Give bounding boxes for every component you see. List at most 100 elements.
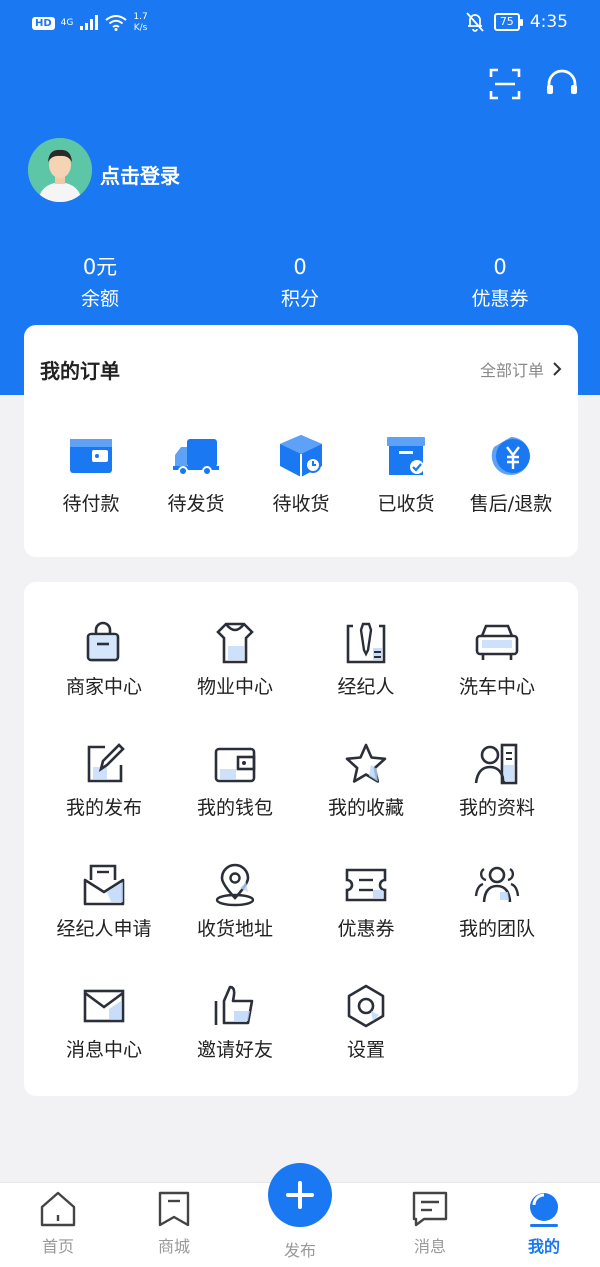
user-avatar-icon bbox=[28, 138, 92, 202]
login-link[interactable]: 点击登录 bbox=[100, 160, 180, 189]
all-orders-link[interactable]: 全部订单 bbox=[480, 357, 562, 381]
tab-label: 首页 bbox=[41, 1237, 74, 1256]
message-icon bbox=[412, 1191, 448, 1227]
service-property-center[interactable]: 物业中心 bbox=[165, 620, 305, 699]
tab-label: 消息 bbox=[413, 1237, 446, 1256]
orders-card: 我的订单 全部订单 待付款 待发货 待收货 已收货 售后/退款 bbox=[24, 325, 578, 557]
wifi-icon bbox=[105, 15, 127, 31]
order-label: 售后/退款 bbox=[469, 493, 553, 515]
stat-label: 积分 bbox=[280, 288, 319, 310]
coupon-icon bbox=[345, 868, 387, 902]
clock: 4:35 bbox=[529, 12, 568, 32]
bell-muted-icon bbox=[466, 12, 484, 32]
battery-indicator: 75 bbox=[493, 13, 523, 31]
service-coupons[interactable]: 优惠券 bbox=[296, 862, 436, 941]
mail-icon bbox=[83, 989, 125, 1023]
chevron-right-icon bbox=[553, 362, 562, 376]
service-label: 收货地址 bbox=[196, 918, 273, 940]
profile-icon bbox=[474, 743, 518, 785]
car-icon bbox=[475, 624, 519, 660]
service-my-team[interactable]: 我的团队 bbox=[427, 862, 567, 941]
service-settings[interactable]: 设置 bbox=[296, 983, 436, 1062]
publish-button[interactable] bbox=[268, 1163, 332, 1227]
thumbs-up-icon bbox=[214, 985, 254, 1025]
signal-icon bbox=[80, 15, 99, 30]
orders-title: 我的订单 bbox=[40, 359, 120, 383]
service-merchant-center[interactable]: 商家中心 bbox=[34, 620, 174, 699]
package-icon bbox=[280, 435, 322, 477]
order-label: 待发货 bbox=[167, 493, 225, 515]
service-label: 我的钱包 bbox=[196, 797, 273, 819]
application-icon bbox=[83, 864, 125, 906]
received-box-icon bbox=[387, 437, 425, 475]
plus-icon bbox=[286, 1181, 314, 1209]
service-agent[interactable]: 经纪人 bbox=[296, 620, 436, 699]
all-orders-label: 全部订单 bbox=[479, 361, 544, 380]
stat-value: 0 bbox=[293, 255, 307, 279]
tab-mine[interactable]: 我的 bbox=[494, 1183, 594, 1257]
stat-coupons[interactable]: 0 优惠券 bbox=[400, 252, 600, 316]
service-label: 商家中心 bbox=[65, 676, 142, 698]
avatar[interactable] bbox=[28, 138, 92, 202]
service-my-profile[interactable]: 我的资料 bbox=[427, 741, 567, 820]
tab-label: 我的 bbox=[527, 1237, 560, 1256]
location-icon bbox=[215, 863, 255, 907]
services-card: 商家中心 物业中心 经纪人 洗车中心 我的发布 我的钱包 我的收藏 我的资料 经… bbox=[24, 582, 578, 1096]
profile-dot-icon bbox=[530, 1193, 558, 1227]
order-pending-payment[interactable]: 待付款 bbox=[36, 433, 146, 516]
order-pending-shipment[interactable]: 待发货 bbox=[141, 433, 251, 516]
status-bar: HD 4G 1.7 K/s 75 4:35 bbox=[0, 0, 600, 50]
tab-mall[interactable]: 商城 bbox=[124, 1183, 224, 1257]
order-received[interactable]: 已收货 bbox=[351, 433, 461, 516]
wallet-icon bbox=[70, 439, 112, 473]
headset-icon[interactable] bbox=[544, 66, 580, 102]
service-my-wallet[interactable]: 我的钱包 bbox=[165, 741, 305, 820]
service-label: 设置 bbox=[346, 1039, 385, 1061]
order-label: 已收货 bbox=[377, 493, 435, 515]
stat-balance[interactable]: 0元 余额 bbox=[0, 252, 200, 316]
service-label: 优惠券 bbox=[337, 918, 395, 940]
network-type: 4G bbox=[60, 18, 74, 28]
service-invite-friends[interactable]: 邀请好友 bbox=[165, 983, 305, 1062]
star-icon bbox=[345, 743, 387, 783]
service-message-center[interactable]: 消息中心 bbox=[34, 983, 174, 1062]
network-speed: 1.7 K/s bbox=[133, 12, 148, 33]
service-label: 我的发布 bbox=[65, 797, 142, 819]
publish-label[interactable]: 发布 bbox=[250, 1237, 350, 1261]
team-icon bbox=[474, 866, 520, 903]
order-after-sales[interactable]: 售后/退款 bbox=[456, 433, 566, 516]
service-label: 我的收藏 bbox=[327, 797, 404, 819]
order-pending-receipt[interactable]: 待收货 bbox=[246, 433, 356, 516]
tab-label: 商城 bbox=[157, 1237, 190, 1256]
shopping-bag-icon bbox=[86, 621, 120, 662]
edit-icon bbox=[87, 743, 125, 783]
service-label: 经纪人申请 bbox=[56, 918, 152, 940]
refund-icon bbox=[491, 437, 530, 475]
order-label: 待收货 bbox=[272, 493, 330, 515]
stat-points[interactable]: 0 积分 bbox=[200, 252, 400, 316]
stat-label: 余额 bbox=[80, 288, 119, 310]
stat-value: 0 bbox=[493, 255, 507, 279]
tie-icon bbox=[346, 622, 386, 664]
service-label: 物业中心 bbox=[196, 676, 273, 698]
service-my-posts[interactable]: 我的发布 bbox=[34, 741, 174, 820]
tab-home[interactable]: 首页 bbox=[8, 1183, 108, 1257]
scan-icon[interactable] bbox=[487, 66, 523, 102]
hd-indicator: HD bbox=[32, 16, 55, 30]
uniform-icon bbox=[216, 622, 254, 664]
wallet-icon bbox=[214, 747, 256, 783]
stat-label: 优惠券 bbox=[471, 288, 529, 310]
service-my-favorites[interactable]: 我的收藏 bbox=[296, 741, 436, 820]
service-label: 邀请好友 bbox=[196, 1039, 273, 1061]
stat-value: 0元 bbox=[82, 255, 118, 279]
tab-messages[interactable]: 消息 bbox=[380, 1183, 480, 1257]
order-label: 待付款 bbox=[62, 493, 120, 515]
service-label: 我的团队 bbox=[458, 918, 535, 940]
service-car-wash[interactable]: 洗车中心 bbox=[427, 620, 567, 699]
service-label: 消息中心 bbox=[65, 1039, 142, 1061]
truck-icon bbox=[173, 439, 219, 476]
service-label: 洗车中心 bbox=[458, 676, 535, 698]
service-shipping-address[interactable]: 收货地址 bbox=[165, 862, 305, 941]
service-label: 经纪人 bbox=[337, 676, 395, 698]
service-agent-application[interactable]: 经纪人申请 bbox=[34, 862, 174, 941]
